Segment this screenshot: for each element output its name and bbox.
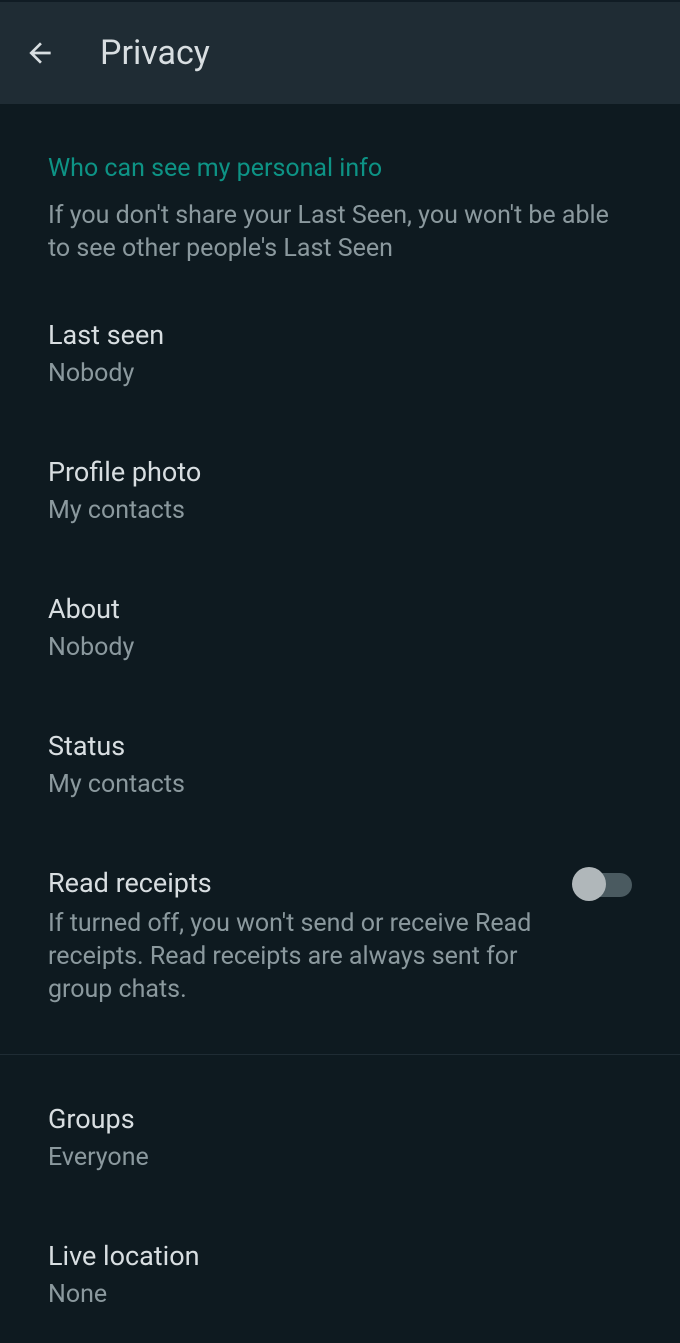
setting-value: Nobody <box>48 633 632 662</box>
section-description: If you don't share your Last Seen, you w… <box>48 199 632 265</box>
setting-live-location[interactable]: Live location None <box>0 1206 680 1343</box>
setting-title: Status <box>48 730 632 762</box>
setting-status[interactable]: Status My contacts <box>0 696 680 833</box>
setting-value: My contacts <box>48 496 632 525</box>
setting-title: About <box>48 593 632 625</box>
page-title: Privacy <box>100 33 210 73</box>
setting-title: Groups <box>48 1103 632 1135</box>
back-button[interactable] <box>20 33 60 73</box>
setting-last-seen[interactable]: Last seen Nobody <box>0 275 680 422</box>
content-area: Who can see my personal info If you don'… <box>0 104 680 1343</box>
read-receipts-toggle[interactable] <box>576 873 632 897</box>
setting-title: Read receipts <box>48 867 536 899</box>
back-arrow-icon <box>24 37 56 69</box>
setting-read-receipts[interactable]: Read receipts If turned off, you won't s… <box>0 833 680 1040</box>
setting-groups[interactable]: Groups Everyone <box>0 1069 680 1206</box>
setting-title: Profile photo <box>48 456 632 488</box>
setting-description: If turned off, you won't send or receive… <box>48 907 536 1006</box>
setting-title: Live location <box>48 1240 632 1272</box>
setting-value: Nobody <box>48 359 632 388</box>
divider <box>0 1054 680 1055</box>
setting-value: None <box>48 1280 632 1309</box>
setting-profile-photo[interactable]: Profile photo My contacts <box>0 422 680 559</box>
section-title: Who can see my personal info <box>48 154 632 183</box>
setting-about[interactable]: About Nobody <box>0 559 680 696</box>
setting-title: Last seen <box>48 319 632 351</box>
setting-text-block: Read receipts If turned off, you won't s… <box>48 867 576 1006</box>
app-header: Privacy <box>0 0 680 104</box>
setting-value: My contacts <box>48 770 632 799</box>
setting-value: Everyone <box>48 1143 632 1172</box>
section-header-personal-info: Who can see my personal info If you don'… <box>0 104 680 275</box>
toggle-thumb <box>572 867 606 901</box>
